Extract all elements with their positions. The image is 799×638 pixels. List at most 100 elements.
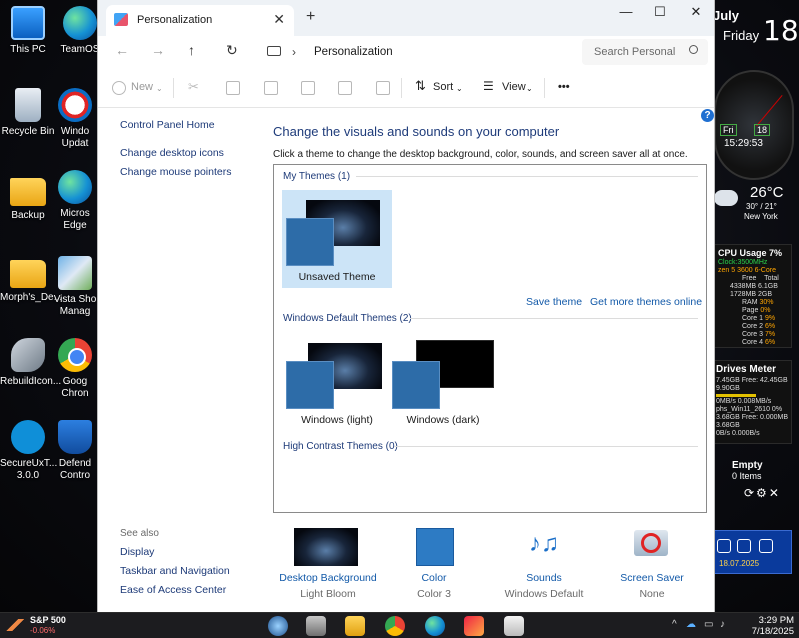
chrome-icon xyxy=(58,338,92,372)
refresh-button[interactable]: ↻ xyxy=(226,42,238,59)
theme-unsaved[interactable]: Unsaved Theme xyxy=(282,190,392,288)
back-button[interactable]: ← xyxy=(115,42,129,58)
drives-value: 0.008MB/s xyxy=(737,398,772,405)
desktop-icon-morphs[interactable]: Morph's_De... xyxy=(0,256,62,304)
desktop-icon-label: Backup xyxy=(11,210,45,221)
up-button[interactable]: ↑ xyxy=(188,42,195,58)
desktop-icon-recycle-bin[interactable]: Recycle Bin xyxy=(0,88,56,138)
stock-ticker-name[interactable]: S&P 500 xyxy=(30,615,66,625)
new-chevron-down-icon[interactable]: ⌄ xyxy=(156,84,163,93)
sort-button[interactable]: Sort xyxy=(433,81,453,93)
theme-windows-light[interactable]: Windows (light) xyxy=(282,333,392,431)
app-icon[interactable] xyxy=(464,616,484,636)
desktop-icon-label: SecureUxT... 3.0.0 xyxy=(0,458,58,481)
theme-color-swatch xyxy=(286,218,334,266)
maximize-button[interactable]: ☐ xyxy=(640,3,680,25)
edge-icon[interactable] xyxy=(425,616,445,636)
blocked-icon xyxy=(58,88,92,122)
search-input[interactable]: Search Personal xyxy=(582,39,708,65)
desktop-icon-vista-shortcut[interactable]: Vista Sho Manag xyxy=(52,256,98,318)
drive-usage-bar xyxy=(716,394,756,397)
theme-color-swatch xyxy=(286,361,334,409)
new-button[interactable]: New xyxy=(131,81,153,93)
desktop-icon-edge[interactable]: Micros Edge xyxy=(52,170,98,232)
start-button[interactable] xyxy=(268,616,288,636)
ease-of-access-link[interactable]: Ease of Access Center xyxy=(120,584,226,596)
forward-button[interactable]: → xyxy=(151,42,165,58)
taskbar-date[interactable]: 7/18/2025 xyxy=(742,626,794,637)
cpu-row-key: RAM xyxy=(742,299,758,306)
group-default-themes[interactable]: Windows Default Themes (2) xyxy=(283,313,412,324)
app-tile-icon[interactable] xyxy=(737,539,751,553)
tab-close-icon[interactable]: ✕ xyxy=(273,11,285,28)
cut-icon[interactable]: ✂ xyxy=(188,79,202,95)
display-link[interactable]: Display xyxy=(120,546,154,558)
change-mouse-pointers-link[interactable]: Change mouse pointers xyxy=(120,166,232,178)
display-icon[interactable]: ▭ xyxy=(704,619,713,630)
setting-label[interactable]: Desktop Background xyxy=(272,572,384,584)
tray-chevron-up-icon[interactable]: ^ xyxy=(672,619,677,630)
toolbar-divider xyxy=(173,78,174,98)
drives-value: 0MB/s xyxy=(716,398,736,405)
store-icon[interactable] xyxy=(504,616,524,636)
widget-day: 18 xyxy=(763,14,799,47)
change-desktop-icons-link[interactable]: Change desktop icons xyxy=(120,147,224,159)
cpu-row: RAM 30% xyxy=(718,299,788,307)
delete-icon[interactable] xyxy=(376,81,390,95)
get-more-themes-link[interactable]: Get more themes online xyxy=(590,296,702,308)
recycle-widget: Empty 0 Items ⟳⚙✕ xyxy=(712,458,792,506)
clock-time: 15:29:53 xyxy=(724,138,763,149)
help-icon[interactable]: ? xyxy=(701,109,714,122)
cpu-row: Core 2 6% xyxy=(718,323,788,331)
paste-icon[interactable] xyxy=(264,81,278,95)
tab-personalization[interactable]: Personalization ✕ xyxy=(106,5,294,36)
more-options-button[interactable]: ••• xyxy=(558,81,570,93)
monitor-icon xyxy=(11,6,45,40)
breadcrumb-location[interactable]: Personalization xyxy=(314,46,393,58)
breadcrumb[interactable]: › Personalization xyxy=(252,39,578,65)
desktop-icon-chrome[interactable]: Goog Chron xyxy=(52,338,98,400)
new-tab-button[interactable]: + xyxy=(306,8,315,26)
desktop-icon-this-pc[interactable]: This PC xyxy=(0,6,56,56)
cpu-row-key: Core 2 xyxy=(742,323,764,330)
breadcrumb-chevron-icon[interactable]: › xyxy=(292,45,296,59)
chrome-icon[interactable] xyxy=(385,616,405,636)
close-button[interactable]: ✕ xyxy=(676,3,714,25)
copy-icon[interactable] xyxy=(226,81,240,95)
drives-value: 3.68GB xyxy=(716,422,740,429)
date-widget: July Friday 18 xyxy=(713,8,799,47)
control-panel-home-link[interactable]: Control Panel Home xyxy=(120,119,215,131)
share-icon[interactable] xyxy=(338,81,352,95)
app-tile-icon[interactable] xyxy=(759,539,773,553)
cpu-mem-row: 4338MB 6.1GB xyxy=(718,283,788,291)
drives-line: phs_Win11_2610 0% xyxy=(716,406,788,414)
desktop-icon-backup[interactable]: Backup xyxy=(0,174,56,222)
desktop-icon-defender-control[interactable]: Defend Contro xyxy=(52,420,98,482)
desktop-icon-windows-update[interactable]: Windo Updat xyxy=(52,88,98,150)
desktop-icon-secureuxtheme[interactable]: SecureUxT... 3.0.0 xyxy=(0,420,58,482)
volume-icon[interactable]: ♪ xyxy=(720,619,725,630)
save-theme-link[interactable]: Save theme xyxy=(526,296,582,308)
onedrive-icon[interactable]: ☁ xyxy=(686,619,696,630)
setting-label[interactable]: Color xyxy=(378,572,490,584)
group-high-contrast[interactable]: High Contrast Themes (0) xyxy=(283,441,398,452)
desktop-icon-rebuildicon[interactable]: RebuildIcon... xyxy=(0,338,61,388)
recycle-controls-icon[interactable]: ⟳⚙✕ xyxy=(744,486,781,500)
theme-windows-dark[interactable]: Windows (dark) xyxy=(388,333,498,431)
group-my-themes[interactable]: My Themes (1) xyxy=(283,171,350,182)
tool-icon xyxy=(11,338,45,372)
taskbar-time[interactable]: 3:29 PM xyxy=(742,615,794,626)
drives-value: 0B/s xyxy=(716,430,731,437)
sort-chevron-down-icon[interactable]: ⌄ xyxy=(456,84,463,93)
task-view-icon[interactable] xyxy=(306,616,326,636)
taskbar-navigation-link[interactable]: Taskbar and Navigation xyxy=(120,565,230,577)
file-explorer-icon[interactable] xyxy=(345,616,365,636)
view-chevron-down-icon[interactable]: ⌄ xyxy=(526,84,533,93)
desktop-icon-label: Windo Updat xyxy=(60,126,90,149)
setting-label[interactable]: Sounds xyxy=(488,572,600,584)
view-button[interactable]: View xyxy=(502,81,526,93)
app-tile-icon[interactable] xyxy=(717,539,731,553)
rename-icon[interactable] xyxy=(301,81,315,95)
stock-ticker-change: -0.06% xyxy=(30,626,56,635)
setting-label[interactable]: Screen Saver xyxy=(596,572,708,584)
